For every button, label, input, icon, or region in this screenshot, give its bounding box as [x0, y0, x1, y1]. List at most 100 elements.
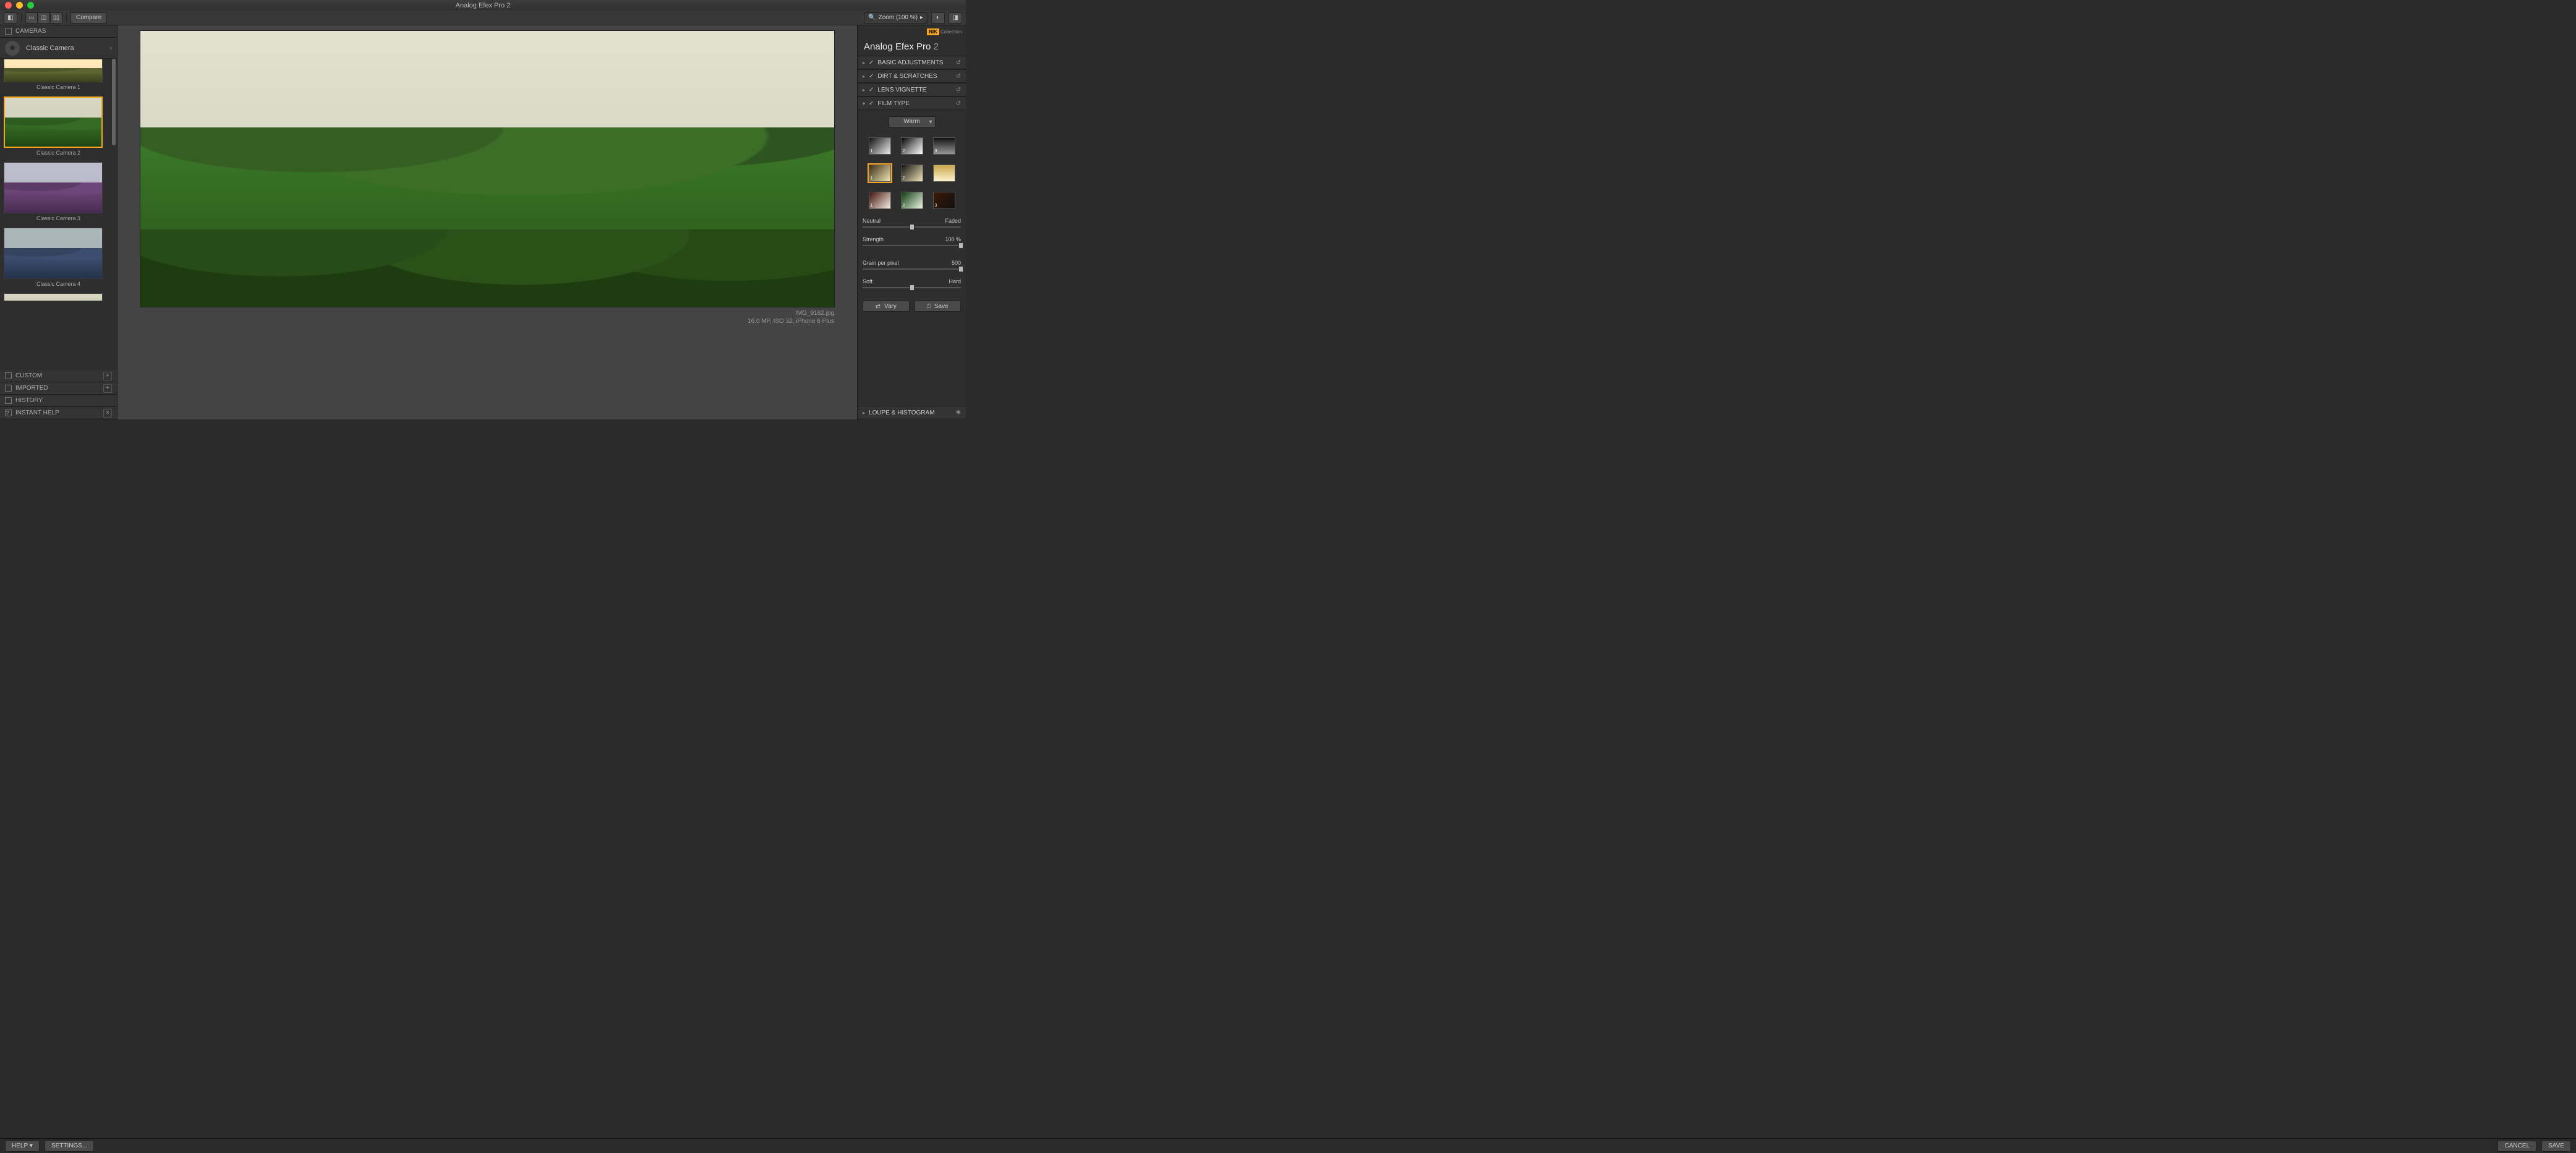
chevron-right-icon: › [109, 45, 112, 52]
camera-kit-row[interactable]: ◉ Classic Camera › [0, 38, 117, 59]
check-icon[interactable]: ✓ [869, 100, 874, 107]
window-title: Analog Efex Pro 2 [456, 2, 511, 9]
camera-kit-name: Classic Camera [26, 45, 74, 52]
settings-button[interactable]: SETTINGS... [45, 1141, 94, 1152]
check-icon[interactable]: ✓ [869, 73, 874, 80]
window-controls [5, 2, 34, 9]
image-metadata: IMG_9162.jpg 16.0 MP, ISO 32, iPhone 6 P… [140, 309, 834, 325]
gear-icon[interactable]: ✱ [956, 409, 961, 416]
image-canvas[interactable] [140, 31, 834, 307]
custom-header[interactable]: CUSTOM + [0, 370, 117, 382]
view-mode-group: ▭ ◫ ▯▯ [25, 12, 62, 24]
preset-thumb[interactable]: Classic Camera 1 [4, 59, 113, 94]
expand-icon [5, 372, 12, 379]
preset-thumb[interactable] [4, 293, 113, 301]
vary-save-row: ⇄Vary ⍞Save [858, 294, 966, 318]
brand-icon: NIK [927, 28, 939, 35]
cameras-label: CAMERAS [15, 28, 46, 35]
reset-icon[interactable]: ↺ [956, 100, 961, 107]
preset-label: Classic Camera 2 [4, 148, 113, 160]
help-button[interactable]: HELP ▾ [5, 1141, 40, 1152]
minimize-icon[interactable] [16, 2, 23, 9]
imported-header[interactable]: IMPORTED + [0, 382, 117, 395]
add-icon[interactable]: + [103, 372, 112, 380]
section-dirt-scratches[interactable]: ▸ ✓ DIRT & SCRATCHES ↺ [858, 69, 966, 83]
section-basic-adjustments[interactable]: ▸ ✓ BASIC ADJUSTMENTS ↺ [858, 56, 966, 69]
chevron-down-icon: ▾ [863, 101, 865, 106]
preset-thumb[interactable]: Classic Camera 3 [4, 162, 113, 225]
chevron-right-icon: ▸ [863, 410, 865, 416]
preset-thumbnails: Classic Camera 1 Classic Camera 2 Classi… [0, 59, 117, 370]
check-icon[interactable]: ✓ [869, 87, 874, 93]
section-film-type[interactable]: ▾ ✓ FILM TYPE ↺ [858, 96, 966, 110]
film-swatch[interactable]: 2 [901, 192, 923, 209]
film-swatch[interactable]: 1 [869, 165, 891, 182]
film-category-select[interactable]: Warm [889, 116, 936, 127]
save-preset-button[interactable]: ⍞Save [915, 301, 962, 312]
chevron-right-icon: ▸ [863, 87, 865, 93]
app-title: Analog Efex Pro 2 [858, 38, 966, 56]
chevron-right-icon: ▸ [863, 74, 865, 79]
slider-grain[interactable]: Grain per pixel500 [863, 260, 961, 270]
close-icon[interactable] [5, 2, 12, 9]
film-swatch[interactable]: 2 [901, 137, 923, 155]
add-icon[interactable]: + [103, 384, 112, 393]
reset-icon[interactable]: ↺ [956, 73, 961, 80]
film-swatch[interactable]: 3 [933, 137, 955, 155]
right-panel: NIK Collection Analog Efex Pro 2 ▸ ✓ BAS… [857, 25, 966, 419]
instant-help-label: INSTANT HELP [15, 409, 59, 416]
canvas-area: IMG_9162.jpg 16.0 MP, ISO 32, iPhone 6 P… [117, 25, 857, 419]
instant-help-header[interactable]: ? INSTANT HELP × [0, 407, 117, 419]
chevron-right-icon: ▸ [863, 60, 865, 66]
imported-label: IMPORTED [15, 385, 48, 392]
title-bar: Analog Efex Pro 2 [0, 0, 966, 11]
vary-button[interactable]: ⇄Vary [863, 301, 910, 312]
save-button[interactable]: SAVE [2541, 1141, 2571, 1152]
custom-label: CUSTOM [15, 372, 42, 379]
close-icon[interactable]: × [103, 409, 112, 418]
slider-neutral-faded[interactable]: NeutralFaded [863, 218, 961, 228]
compare-button[interactable]: Compare [70, 12, 107, 24]
film-swatch[interactable]: 1 [869, 137, 891, 155]
main-area: CAMERAS ◉ Classic Camera › Classic Camer… [0, 25, 966, 419]
reset-icon[interactable]: ↺ [956, 59, 961, 66]
single-view-button[interactable]: ▭ [25, 12, 38, 24]
separator [21, 13, 22, 23]
slider-strength[interactable]: Strength100 % [863, 236, 961, 246]
help-icon: ? [5, 409, 12, 416]
shuffle-icon: ⇄ [876, 303, 881, 310]
panel-toggle-right-button[interactable]: ◨ [949, 12, 962, 24]
camera-icon: ◉ [5, 41, 20, 56]
history-label: HISTORY [15, 397, 43, 404]
film-swatch[interactable]: 2 [901, 165, 923, 182]
filename-label: IMG_9162.jpg [140, 309, 834, 317]
bottom-bar: HELP ▾ SETTINGS... CANCEL SAVE [0, 1138, 2576, 1153]
cameras-header[interactable]: CAMERAS [0, 25, 117, 38]
panel-toggle-left-button[interactable]: ◧ [4, 12, 17, 24]
film-swatch[interactable]: 3 [933, 165, 955, 182]
chevron-right-icon: ▸ [920, 14, 923, 21]
film-swatch[interactable]: 3 [933, 192, 955, 209]
save-icon: ⍞ [927, 303, 931, 310]
zoom-control[interactable]: 🔍 Zoom (100 %) ▸ [864, 12, 928, 24]
zoom-window-icon[interactable] [27, 2, 34, 9]
side-view-button[interactable]: ▯▯ [50, 12, 62, 24]
zoom-label: Zoom (100 %) [879, 14, 918, 21]
reset-icon[interactable]: ↺ [956, 87, 961, 93]
check-icon[interactable]: ✓ [869, 59, 874, 66]
lightbulb-icon[interactable]: ◐ [931, 12, 945, 24]
preset-thumb[interactable]: Classic Camera 4 [4, 228, 113, 291]
film-swatch-grid: 1 2 3 1 2 3 1 2 3 [863, 137, 961, 209]
preset-label: Classic Camera 1 [4, 82, 113, 94]
film-type-body: Warm 1 2 3 1 2 3 1 2 3 NeutralFaded Stre… [858, 110, 966, 294]
slider-soft-hard[interactable]: SoftHard [863, 278, 961, 288]
preset-thumb[interactable]: Classic Camera 2 [4, 96, 113, 160]
section-lens-vignette[interactable]: ▸ ✓ LENS VIGNETTE ↺ [858, 83, 966, 96]
film-swatch[interactable]: 1 [869, 192, 891, 209]
split-view-button[interactable]: ◫ [38, 12, 50, 24]
section-loupe-histogram[interactable]: ▸ LOUPE & HISTOGRAM ✱ [858, 406, 966, 419]
history-header[interactable]: HISTORY [0, 395, 117, 407]
expand-icon [5, 397, 12, 404]
scrollbar[interactable] [112, 59, 116, 370]
cancel-button[interactable]: CANCEL [2497, 1141, 2536, 1152]
